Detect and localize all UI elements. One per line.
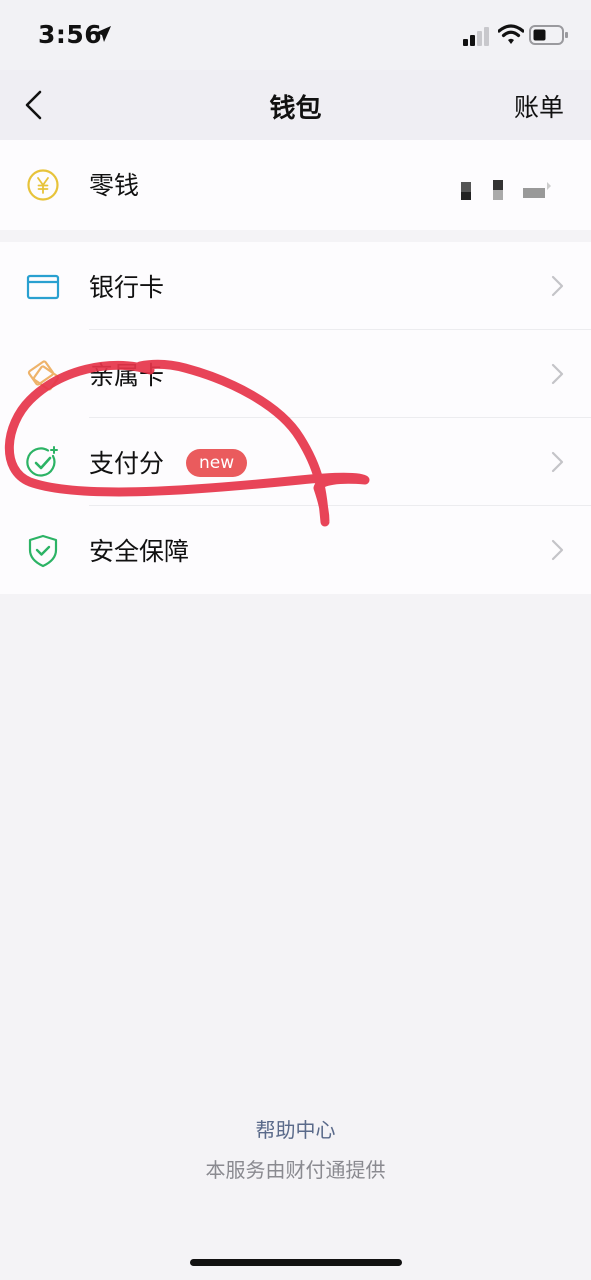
- chevron-right-icon: [551, 539, 564, 561]
- battery-icon: [529, 25, 568, 45]
- menu-section: 银行卡 亲属卡 支付分 new 安全保障: [0, 242, 591, 594]
- chevron-right-icon: [551, 451, 564, 473]
- menu-item-family-card[interactable]: 亲属卡: [0, 330, 591, 418]
- nav-bar: 钱包 账单: [0, 70, 591, 140]
- balance-amount-mosaic: [461, 180, 551, 200]
- bill-button[interactable]: 账单: [514, 88, 564, 124]
- menu-item-pay-score[interactable]: 支付分 new: [0, 418, 591, 506]
- shield-icon: [28, 534, 58, 568]
- help-center-link[interactable]: 帮助中心: [0, 1114, 591, 1143]
- menu-item-label: 安全保障: [89, 537, 190, 566]
- menu-item-label: 支付分: [89, 449, 165, 478]
- new-badge: new: [186, 449, 248, 477]
- chevron-right-icon: [551, 275, 564, 297]
- home-indicator: [190, 1259, 402, 1266]
- page-title: 钱包: [269, 94, 322, 124]
- provider-note: 本服务由财付通提供: [205, 1158, 386, 1182]
- status-bar: 3:56: [0, 0, 591, 70]
- menu-item-bank-card[interactable]: 银行卡: [0, 242, 591, 330]
- bank-card-icon: [26, 274, 60, 300]
- family-card-icon: [27, 360, 60, 391]
- menu-item-security[interactable]: 安全保障: [0, 506, 591, 594]
- cellular-signal-icon: [463, 27, 489, 46]
- menu-item-label: 银行卡: [89, 273, 165, 302]
- location-arrow-icon: [95, 26, 111, 42]
- wifi-icon: [498, 24, 524, 44]
- balance-row[interactable]: 零钱: [0, 140, 591, 230]
- balance-label: 零钱: [89, 171, 140, 200]
- status-time: 3:56: [38, 20, 103, 49]
- chevron-right-icon: [551, 363, 564, 385]
- menu-item-label: 亲属卡: [89, 361, 165, 390]
- balance-section: 零钱: [0, 140, 591, 230]
- yen-coin-icon: [27, 169, 59, 201]
- pay-score-check-icon: [26, 446, 58, 477]
